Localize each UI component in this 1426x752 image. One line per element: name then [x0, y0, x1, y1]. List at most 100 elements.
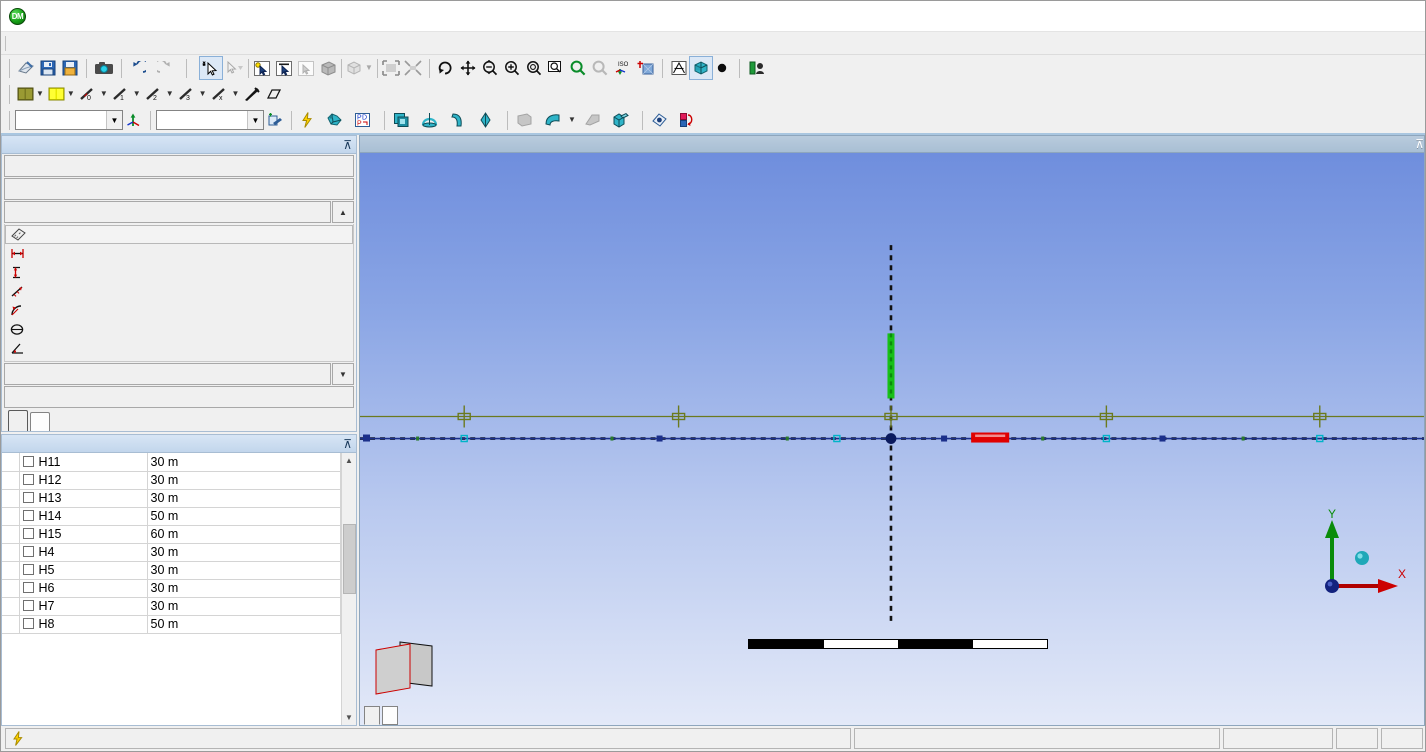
- toolbox-section-dimensions[interactable]: [4, 201, 331, 223]
- sketch-selector[interactable]: ▼: [156, 110, 264, 130]
- redo-button[interactable]: [154, 57, 181, 79]
- row-value[interactable]: 30 m: [147, 597, 341, 616]
- dimension-tool-vertical[interactable]: [5, 263, 353, 282]
- skin-loft-button[interactable]: [474, 109, 502, 131]
- zoom-to-window-button[interactable]: [545, 57, 567, 79]
- pin-icon[interactable]: ⊼: [343, 437, 352, 451]
- rotate-view-button[interactable]: [435, 57, 457, 79]
- print-preview-toggle-button[interactable]: [745, 57, 769, 79]
- maximize-button[interactable]: [1333, 1, 1379, 32]
- thin-surface-button[interactable]: [513, 109, 541, 131]
- select-body-button[interactable]: [317, 57, 339, 79]
- table-row[interactable]: H6 30 m: [2, 579, 341, 598]
- row-value[interactable]: 30 m: [147, 543, 341, 562]
- menu-help[interactable]: [107, 41, 123, 45]
- select-body-dropdown-button[interactable]: ▼: [344, 57, 375, 79]
- dimension-tool-length-distance[interactable]: [5, 282, 353, 301]
- dimension-checkbox[interactable]: [22, 600, 34, 611]
- screenshot-button[interactable]: [92, 57, 116, 79]
- table-row[interactable]: H11 30 m: [2, 453, 341, 472]
- axis-triad[interactable]: Y X: [1310, 507, 1406, 600]
- dimension-checkbox[interactable]: [22, 618, 34, 629]
- share-topology-button[interactable]: [323, 109, 351, 131]
- row-value[interactable]: 50 m: [147, 615, 341, 634]
- scroll-up-icon[interactable]: ▲: [332, 201, 354, 223]
- menu-create[interactable]: [27, 41, 43, 45]
- display-plane-olive-button[interactable]: ▼: [15, 83, 46, 105]
- row-value[interactable]: 30 m: [147, 579, 341, 598]
- display-plane-button[interactable]: [668, 57, 690, 79]
- dimension-tool-angle[interactable]: [5, 339, 353, 358]
- dimension-checkbox[interactable]: [22, 546, 34, 557]
- table-row[interactable]: H15 60 m: [2, 525, 341, 544]
- scroll-down-icon[interactable]: ▼: [341, 710, 356, 725]
- generate-button[interactable]: [297, 109, 323, 131]
- save-as-button[interactable]: [59, 57, 81, 79]
- chamfer-button[interactable]: [581, 109, 609, 131]
- toolbox-section-modify[interactable]: [4, 178, 354, 200]
- shrink-selection-button[interactable]: [402, 57, 424, 79]
- sketch-instance-0-button[interactable]: 0 ▼: [77, 83, 110, 105]
- pan-view-button[interactable]: [457, 57, 479, 79]
- select-mode-single-button[interactable]: [199, 56, 223, 80]
- table-row[interactable]: H8 50 m: [2, 615, 341, 634]
- graphics-viewport[interactable]: Y X: [359, 153, 1425, 726]
- close-button[interactable]: [1379, 1, 1425, 32]
- point-button[interactable]: [648, 109, 676, 131]
- sketch-instance-2-button[interactable]: 2 ▼: [143, 83, 176, 105]
- iso-view-button[interactable]: ISO: [611, 57, 635, 79]
- menu-units[interactable]: [75, 41, 91, 45]
- new-button[interactable]: [15, 57, 37, 79]
- table-row[interactable]: H4 30 m: [2, 543, 341, 562]
- dimension-checkbox[interactable]: [22, 474, 34, 485]
- dimension-checkbox[interactable]: [22, 510, 34, 521]
- zoom-out-button[interactable]: [589, 57, 611, 79]
- display-sketch-yellow-button[interactable]: ▼: [46, 83, 77, 105]
- row-value[interactable]: 30 m: [147, 489, 341, 508]
- zoom-to-fit-button[interactable]: [523, 57, 545, 79]
- dimension-tool-diameter[interactable]: [5, 320, 353, 339]
- scroll-up-icon[interactable]: ▲: [341, 453, 356, 468]
- new-sketch-button[interactable]: [264, 109, 286, 131]
- save-button[interactable]: [37, 57, 59, 79]
- sketch-instance-3-button[interactable]: 3 ▼: [176, 83, 209, 105]
- revolve-button[interactable]: [418, 109, 446, 131]
- menu-file[interactable]: [11, 41, 27, 45]
- pin-icon[interactable]: ⊼: [1415, 137, 1424, 151]
- extrude-button[interactable]: [390, 109, 418, 131]
- dimension-checkbox[interactable]: [22, 455, 34, 467]
- select-face-button[interactable]: [295, 57, 317, 79]
- conversion-button[interactable]: [676, 109, 704, 131]
- scrollbar-track[interactable]: [341, 468, 356, 710]
- dimension-tool-horizontal[interactable]: [5, 244, 353, 263]
- table-row[interactable]: H12 30 m: [2, 471, 341, 490]
- tab-modeling[interactable]: [30, 412, 50, 431]
- box-zoom-button[interactable]: [501, 57, 523, 79]
- dimension-checkbox[interactable]: [22, 564, 34, 575]
- slice-button[interactable]: [609, 109, 637, 131]
- scrollbar-thumb[interactable]: [342, 524, 356, 594]
- display-points-button[interactable]: [712, 57, 734, 79]
- menu-tools[interactable]: [59, 41, 75, 45]
- row-value[interactable]: 30 m: [147, 453, 341, 472]
- select-edge-button[interactable]: [273, 57, 295, 79]
- zoom-in-button[interactable]: [567, 57, 589, 79]
- tab-sketching[interactable]: [8, 410, 28, 431]
- table-row[interactable]: H13 30 m: [2, 489, 341, 508]
- table-row[interactable]: H14 50 m: [2, 507, 341, 526]
- dimension-checkbox[interactable]: [22, 582, 34, 593]
- row-value[interactable]: 30 m: [147, 471, 341, 490]
- details-vertical-scrollbar[interactable]: ▲ ▼: [341, 453, 356, 725]
- sweep-button[interactable]: [446, 109, 474, 131]
- sketch-projection-button[interactable]: [241, 83, 263, 105]
- dimension-tool-radius[interactable]: [5, 301, 353, 320]
- select-mode-box-button[interactable]: [222, 57, 246, 79]
- look-at-face-button[interactable]: [635, 57, 657, 79]
- pin-icon[interactable]: ⊼: [343, 138, 352, 152]
- scroll-down-icon[interactable]: ▼: [332, 363, 354, 385]
- menu-concept[interactable]: [43, 41, 59, 45]
- dimension-checkbox[interactable]: [22, 528, 34, 539]
- select-vertex-button[interactable]: [251, 57, 273, 79]
- dimension-tool-general[interactable]: [5, 225, 353, 244]
- display-model-button[interactable]: [688, 56, 713, 80]
